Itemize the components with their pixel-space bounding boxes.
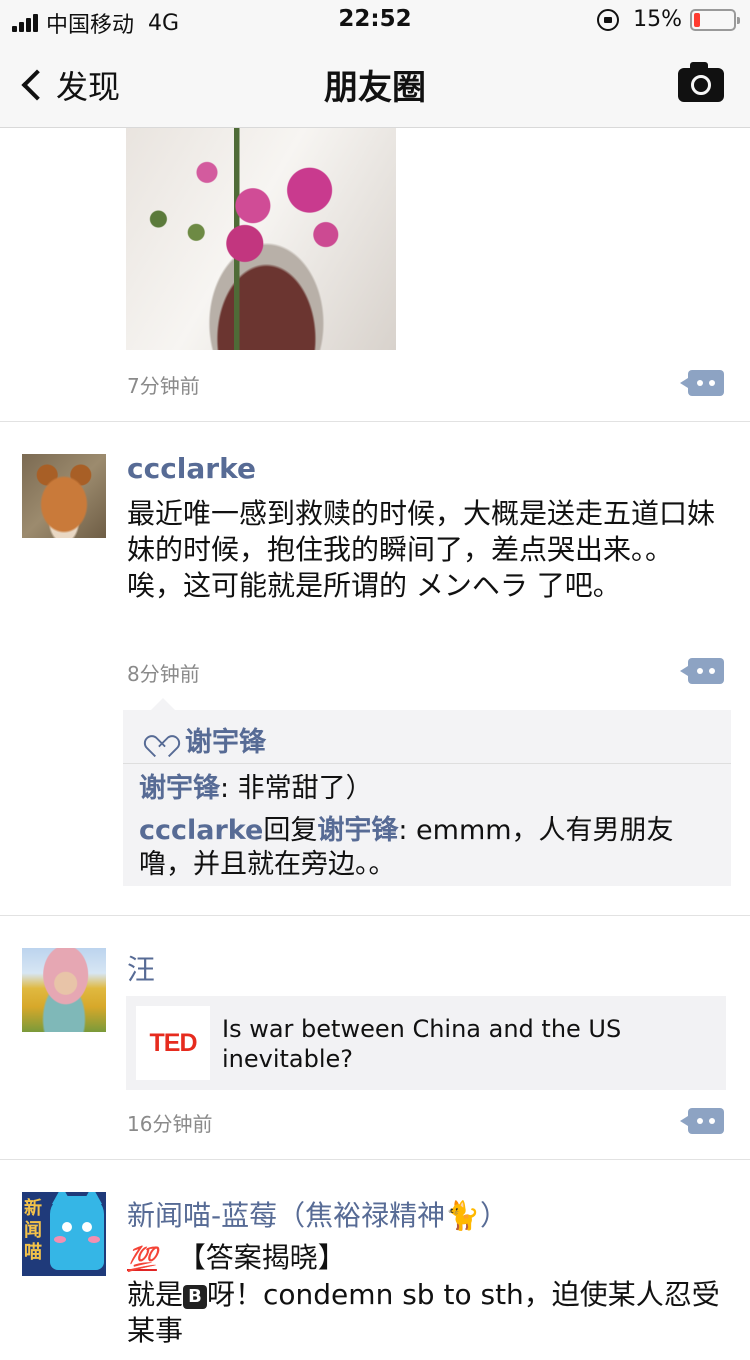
battery-level [694,12,700,27]
comment-item[interactable]: ccclarke回复谢宇锋: emmm，人有男朋友噜，并且就在旁边。。 [123,814,731,882]
moments-feed: 7分钟前 ccclarke 最近唯一感到救赎的时候，大概是送走五道口妹妹的时候，… [0,128,750,1360]
post-text: 💯 【答案揭晓】 就是 B 呀！condemn sb to sth，迫使某人忍受某事 [127,1240,727,1349]
post-line-text: 就是 [127,1278,184,1311]
avatar[interactable] [22,454,106,538]
dot [709,380,715,386]
post-line-text: 【答案揭晓】 [177,1241,346,1274]
comment-menu-button[interactable] [680,370,724,396]
status-right: 15% [597,7,740,32]
likes-row: 谢宇锋 [123,710,731,764]
cat-icon [50,1192,104,1270]
dot [709,668,715,674]
moment-post: 汪 TED Is war between China and the US in… [0,916,750,1160]
comment-text: : 非常甜了） [220,773,373,804]
page-title: 朋友圈 [324,68,426,108]
rotation-lock-icon [597,8,620,31]
like-name[interactable]: 谢宇锋 [185,720,266,759]
avatar[interactable] [22,948,106,1032]
dot [697,1118,703,1124]
post-author[interactable]: ccclarke [127,452,256,485]
post-text: 最近唯一感到救赎的时候，大概是送走五道口妹妹的时候，抱住我的瞬间了，差点哭出来。… [127,497,716,602]
post-photo[interactable] [126,128,396,350]
comments-list: 谢宇锋: 非常甜了） ccclarke回复谢宇锋: emmm，人有男朋友噜，并且… [123,764,731,882]
link-title: Is war between China and the US inevitab… [222,1015,622,1073]
status-bar: 中国移动 4G 22:52 15% [0,0,750,40]
battery-percent: 15% [633,7,682,32]
cat-ear [82,1192,102,1204]
post-line: 💯 【答案揭晓】 [127,1240,727,1277]
post-line-text: 呀！condemn sb to sth，迫使某人忍受某事 [127,1278,720,1347]
moment-post: 新闻喵 新闻喵-蓝莓（焦裕禄精神🐈） 💯 【答案揭晓】 就是 B 呀！condemn… [0,1160,750,1360]
comment-menu-button[interactable] [680,658,724,684]
link-thumbnail: TED [136,1006,210,1080]
comment-author[interactable]: 谢宇锋 [139,773,220,804]
battery-icon [690,8,740,31]
cat-cheek [88,1236,100,1243]
comment-menu-button[interactable] [680,1108,724,1134]
post-author[interactable]: 新闻喵-蓝莓（焦裕禄精神🐈） [127,1194,508,1234]
ted-logo: TED [149,1028,198,1057]
post-author[interactable]: 汪 [127,948,155,988]
shared-link-card[interactable]: TED Is war between China and the US inev… [126,996,726,1090]
likes-comments-box: 谢宇锋 谢宇锋: 非常甜了） ccclarke回复谢宇锋: emmm，人有男朋友… [123,698,731,886]
cat-eye [62,1222,72,1232]
cat-cheek [54,1236,66,1243]
post-line: 就是 B 呀！condemn sb to sth，迫使某人忍受某事 [127,1277,727,1349]
post-timestamp: 16分钟前 [127,1112,213,1136]
b-key-icon: B [183,1285,208,1309]
comment-item[interactable]: 谢宇锋: 非常甜了） [123,772,731,806]
avatar-text: 新闻喵 [24,1198,42,1263]
dot [709,1118,715,1124]
moment-post: 7分钟前 [0,128,750,422]
hundred-points-icon: 💯 [127,1245,157,1273]
cat-ear [52,1192,72,1204]
camera-icon[interactable] [678,62,724,102]
post-timestamp: 8分钟前 [127,662,200,686]
dot [697,668,703,674]
heart-icon [149,726,171,746]
post-timestamp: 7分钟前 [127,374,200,398]
moment-post: ccclarke 最近唯一感到救赎的时候，大概是送走五道口妹妹的时候，抱住我的瞬… [0,422,750,916]
nav-bar: 发现 朋友圈 [0,40,750,128]
camera-lens [691,75,711,95]
dot [697,380,703,386]
comment-author[interactable]: ccclarke [139,815,263,846]
comment-reply-word: 回复 [263,815,318,846]
avatar[interactable]: 新闻喵 [22,1192,106,1276]
cat-eye [82,1222,92,1232]
comment-reply-to[interactable]: 谢宇锋 [317,815,398,846]
